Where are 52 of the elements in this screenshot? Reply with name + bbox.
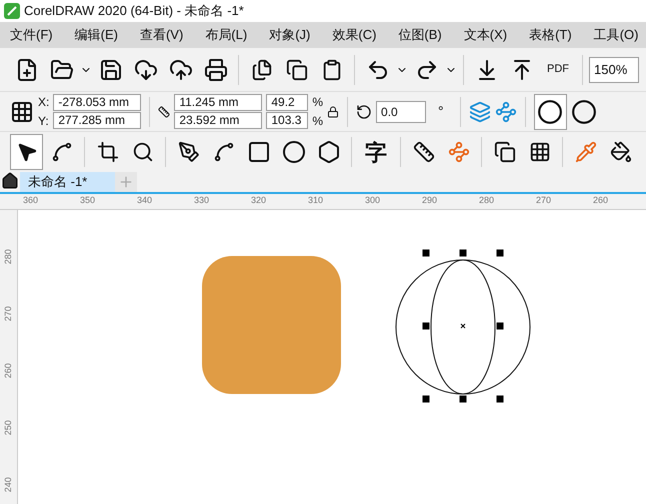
app-logo-icon <box>4 3 20 19</box>
ruler-label: 280 <box>2 248 14 264</box>
menu-item[interactable]: 编辑(E) <box>74 25 118 45</box>
ruler-label: 360 <box>22 194 38 207</box>
ruler-label: 320 <box>250 194 266 207</box>
menu-item[interactable]: 表格(T) <box>529 25 572 45</box>
menu-item[interactable]: 位图(B) <box>398 25 442 45</box>
ruler-label: 290 <box>421 194 438 207</box>
y-label: Y: <box>38 113 50 130</box>
scale-y-field[interactable]: 103.3 <box>266 112 308 129</box>
ruler-label: 340 <box>136 194 152 207</box>
menu-item[interactable]: 效果(C) <box>332 25 376 45</box>
ruler-label: 350 <box>79 194 96 207</box>
percent-label: % <box>312 94 324 111</box>
ruler-label: 270 <box>2 306 14 322</box>
reference-point-icon[interactable] <box>10 100 34 124</box>
x-field[interactable]: -278.053 mm <box>53 94 142 111</box>
ruler-label: 310 <box>307 194 324 207</box>
menu-item[interactable]: 文本(X) <box>464 25 508 45</box>
window-title: CorelDRAW 2020 (64-Bit) - 未命名 -1* <box>24 2 244 20</box>
pointer-icon[interactable] <box>10 134 43 170</box>
x-label: X: <box>38 94 50 111</box>
ruler-label: 260 <box>2 362 14 378</box>
percent-label: % <box>312 113 324 130</box>
ruler-label: 270 <box>535 194 552 207</box>
ruler-label: 260 <box>592 194 608 207</box>
menu-item[interactable]: 布局(L) <box>205 25 248 45</box>
ruler-label: 330 <box>193 194 210 207</box>
rotate-icon <box>356 104 372 120</box>
menu-item[interactable]: 文件(F) <box>10 25 53 45</box>
scale-x-field[interactable]: 49.2 <box>266 94 308 111</box>
zoom-field[interactable]: 150% <box>589 56 639 82</box>
height-field[interactable]: 23.592 mm <box>174 112 262 129</box>
rotation-field[interactable]: 0.0 <box>376 100 426 122</box>
width-field[interactable]: 11.245 mm <box>174 94 262 111</box>
document-tab[interactable]: 未命名 -1* <box>20 172 115 192</box>
selection-handles[interactable] <box>422 250 504 402</box>
pdf-button[interactable]: PDF <box>540 52 576 88</box>
text-tool[interactable]: 字 <box>358 134 394 170</box>
menu-item[interactable]: 对象(J) <box>269 25 310 45</box>
y-field[interactable]: 277.285 mm <box>53 112 142 129</box>
home-icon[interactable] <box>1 172 19 190</box>
lock-icon[interactable] <box>327 106 340 118</box>
degree-label: ° <box>438 102 444 121</box>
sphere-drawing[interactable] <box>396 260 530 394</box>
menu-item[interactable]: 工具(O) <box>594 25 638 45</box>
plus-icon <box>118 174 134 190</box>
menu-item[interactable]: 查看(V) <box>140 25 184 45</box>
ruler-label: 280 <box>478 194 494 207</box>
ruler-label: 300 <box>364 194 380 207</box>
ruler-label: 250 <box>2 420 14 436</box>
ruler-label: 240 <box>2 476 14 492</box>
